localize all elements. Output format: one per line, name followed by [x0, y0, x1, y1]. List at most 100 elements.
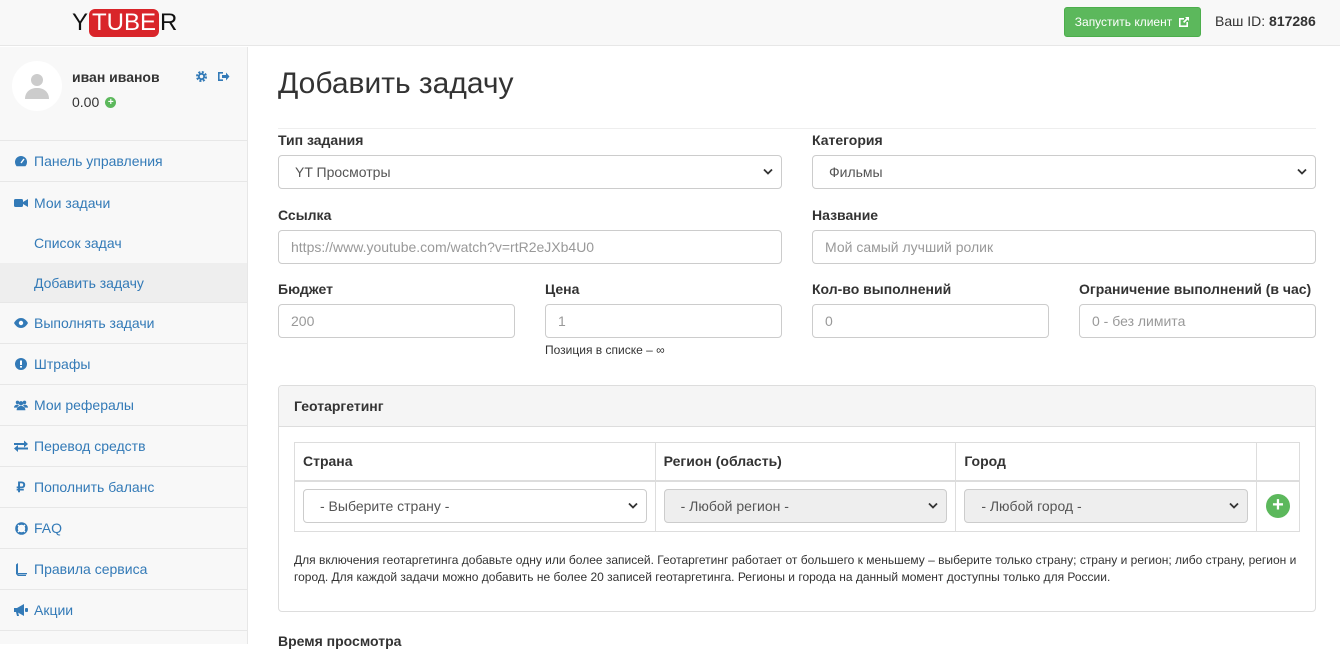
geotargeting-help-text: Для включения геотаргетинга добавьте одн… — [294, 553, 1297, 584]
region-select[interactable]: - Любой регион - — [663, 489, 948, 524]
sidebar-item-my-tasks[interactable]: Мои задачи — [0, 182, 247, 223]
name-label: Название — [812, 207, 879, 223]
watch-time-section-title: Время просмотра — [278, 633, 402, 649]
city-value: - Любой город - — [981, 498, 1082, 515]
users-icon — [14, 398, 28, 412]
sidebar: иван иванов 0.00 + Панель управления Мои… — [0, 47, 248, 644]
sidebar-item-label: Мои задачи — [34, 194, 111, 211]
chevron-down-icon — [928, 503, 938, 510]
logout-icon[interactable] — [217, 70, 230, 83]
bullhorn-icon — [14, 603, 28, 617]
add-geo-row-button[interactable]: + — [1265, 494, 1290, 519]
launch-client-label: Запустить клиент — [1074, 15, 1173, 29]
sidebar-item-faq[interactable]: FAQ — [0, 508, 247, 549]
geotargeting-title: Геотаргетинг — [279, 386, 1315, 427]
add-funds-icon[interactable]: + — [105, 96, 117, 108]
gear-icon[interactable] — [195, 70, 208, 83]
avatar — [12, 61, 62, 111]
category-label: Категория — [812, 132, 883, 148]
ruble-icon: ₽ — [16, 478, 26, 495]
link-placeholder: https://www.youtube.com/watch?v=rtR2eJXb… — [291, 239, 595, 255]
sidebar-item-label: Панель управления — [34, 153, 163, 169]
region-cell: - Любой регион - — [654, 480, 957, 532]
price-input[interactable]: 1 — [545, 304, 782, 338]
dashboard-icon — [14, 154, 28, 168]
sidebar-item-label: Правила сервиса — [34, 561, 148, 577]
geotargeting-table: Страна Регион (область) Город - Выберите… — [294, 442, 1301, 532]
sidebar-item-transfer[interactable]: Перевод средств — [0, 426, 247, 467]
limit-input[interactable]: 0 - без лимита — [1079, 304, 1316, 338]
budget-input[interactable]: 200 — [278, 304, 515, 338]
logo[interactable]: Y TUBE R — [72, 8, 177, 38]
name-input[interactable]: Мой самый лучший ролик — [812, 230, 1316, 264]
count-label: Кол-во выполнений — [812, 281, 952, 297]
price-placeholder: 1 — [558, 313, 566, 329]
column-header-country: Страна — [294, 442, 656, 482]
sidebar-item-dashboard[interactable]: Панель управления — [0, 141, 247, 182]
sidebar-item-do-tasks[interactable]: Выполнять задачи — [0, 303, 247, 344]
category-value: Фильмы — [829, 164, 883, 180]
limit-label: Ограничение выполнений (в час) — [1079, 281, 1312, 297]
sidebar-item-promotions[interactable]: Акции — [0, 590, 247, 631]
user-id-value: 817286 — [1269, 13, 1316, 29]
column-header-city: Город — [955, 442, 1257, 482]
count-placeholder: 0 — [825, 313, 833, 329]
sidebar-item-label: Список задач — [34, 235, 122, 251]
chevron-down-icon — [763, 168, 773, 175]
count-input[interactable]: 0 — [812, 304, 1049, 338]
sidebar-item-penalties[interactable]: Штрафы — [0, 344, 247, 385]
sidebar-item-referrals[interactable]: Мои рефералы — [0, 385, 247, 426]
logo-letter-right: R — [160, 9, 178, 36]
task-type-value: YT Просмотры — [295, 164, 391, 180]
country-select[interactable]: - Выберите страну - — [303, 489, 647, 524]
username: иван иванов — [72, 69, 160, 85]
budget-label: Бюджет — [278, 281, 333, 297]
lifebuoy-icon — [14, 521, 28, 535]
sidebar-item-label: Добавить задачу — [34, 274, 144, 291]
limit-placeholder: 0 - без лимита — [1092, 313, 1186, 329]
book-icon — [14, 562, 28, 576]
table-row: - Выберите страну - - Любой регион - - Л… — [294, 480, 1301, 532]
launch-client-button[interactable]: Запустить клиент — [1064, 7, 1201, 37]
link-input[interactable]: https://www.youtube.com/watch?v=rtR2eJXb… — [278, 230, 782, 264]
video-camera-icon — [14, 196, 28, 210]
logo-tube: TUBE — [89, 9, 160, 37]
main-content: Добавить задачу Тип задания YT Просмотры… — [278, 47, 1316, 649]
profile-card: иван иванов 0.00 + — [0, 47, 247, 141]
sidebar-item-rules[interactable]: Правила сервиса — [0, 549, 247, 590]
task-type-select[interactable]: YT Просмотры — [278, 155, 782, 189]
budget-placeholder: 200 — [291, 313, 315, 329]
sidebar-item-topup[interactable]: ₽ Пополнить баланс — [0, 467, 247, 508]
price-help-text: Позиция в списке – ∞ — [545, 343, 665, 357]
sidebar-item-task-list[interactable]: Список задач — [0, 223, 247, 263]
sidebar-item-add-task[interactable]: Добавить задачу — [0, 263, 247, 303]
sidebar-item-label: Перевод средств — [34, 438, 146, 454]
link-label: Ссылка — [278, 207, 332, 223]
page-title: Добавить задачу — [278, 66, 1316, 129]
balance-value: 0.00 — [72, 94, 100, 110]
external-link-icon — [1179, 17, 1190, 27]
chevron-down-icon — [1229, 503, 1239, 510]
table-header-row: Страна Регион (область) Город — [294, 442, 1301, 482]
user-id-label: Ваш ID: — [1215, 13, 1266, 29]
city-cell: - Любой город - — [955, 480, 1257, 532]
category-select[interactable]: Фильмы — [812, 155, 1316, 189]
column-header-action — [1255, 442, 1301, 482]
sidebar-item-label: Пополнить баланс — [34, 479, 155, 495]
name-placeholder: Мой самый лучший ролик — [825, 239, 994, 255]
exclamation-icon — [14, 357, 28, 371]
action-cell: + — [1255, 480, 1301, 532]
geotargeting-panel: Геотаргетинг Страна Регион (область) Гор… — [278, 385, 1316, 612]
logo-letter-left: Y — [72, 9, 89, 36]
city-select[interactable]: - Любой город - — [964, 489, 1248, 524]
sidebar-item-label: Штрафы — [34, 356, 91, 372]
eye-icon — [14, 316, 28, 330]
user-avatar-icon — [25, 74, 49, 99]
chevron-down-icon — [1297, 168, 1307, 175]
user-id: Ваш ID: 817286 — [1215, 13, 1316, 29]
top-navbar: Y TUBE R Запустить клиент Ваш ID: 817286 — [0, 0, 1340, 46]
exchange-icon — [14, 439, 28, 453]
sidebar-item-label: Акции — [34, 602, 74, 618]
balance: 0.00 + — [72, 94, 117, 110]
sidebar-item-label: Выполнять задачи — [34, 315, 155, 331]
